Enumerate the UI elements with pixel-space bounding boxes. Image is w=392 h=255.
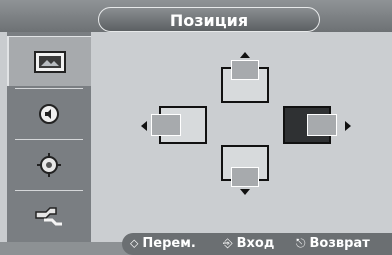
position-panel — [91, 32, 392, 242]
input-plug-icon — [35, 207, 62, 226]
position-right-button[interactable] — [283, 106, 353, 148]
sound-icon — [39, 104, 59, 124]
position-up-button[interactable] — [221, 52, 269, 103]
hint-enter: ⎆ Вход — [223, 236, 274, 251]
sidebar-item-setup[interactable] — [7, 140, 91, 190]
screen-preview — [151, 114, 181, 136]
screen-preview — [307, 114, 337, 136]
right-arrow-icon — [345, 121, 351, 131]
page-title: Позиция — [169, 11, 249, 30]
hint-move: ⬦ Перем. — [130, 236, 196, 251]
return-icon: ⎋ — [296, 236, 306, 250]
picture-icon — [34, 50, 66, 73]
gear-icon — [37, 153, 61, 177]
move-icon: ⬦ — [130, 236, 139, 250]
sidebar-item-sound[interactable] — [7, 89, 91, 139]
osd-window: Позиция ⬦ Перем. ⎆ Вход ⎋ Возврат — [0, 0, 392, 255]
screen-preview — [231, 60, 259, 80]
down-arrow-icon — [240, 189, 250, 195]
hint-enter-label: Вход — [236, 236, 275, 251]
sidebar-item-input[interactable] — [7, 191, 91, 241]
position-down-button[interactable] — [221, 145, 269, 195]
hint-return: ⎋ Возврат — [296, 236, 370, 251]
hint-return-label: Возврат — [309, 236, 370, 251]
position-left-button[interactable] — [141, 106, 211, 148]
enter-icon: ⎆ — [223, 236, 233, 250]
title-bar: Позиция — [0, 0, 392, 32]
sidebar — [7, 32, 91, 242]
up-arrow-icon — [240, 52, 250, 58]
screen-preview — [231, 167, 259, 187]
sidebar-item-picture[interactable] — [7, 36, 91, 86]
left-arrow-icon — [141, 121, 147, 131]
title-pill: Позиция — [98, 7, 320, 32]
hint-move-label: Перем. — [142, 236, 196, 251]
